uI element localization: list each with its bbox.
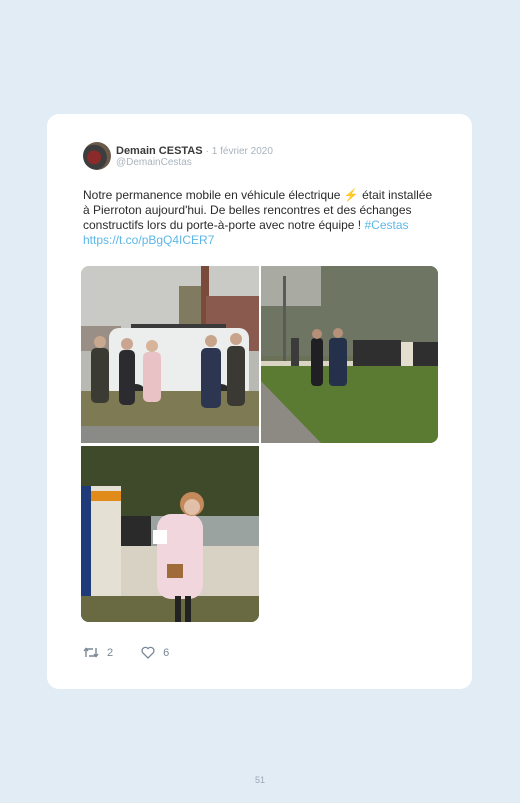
author-line: Demain CESTAS · 1 février 2020 [116,145,273,157]
photo-letterbox[interactable] [81,446,259,622]
tweet-text: Notre permanence mobile en véhicule élec… [83,188,438,248]
tweet-link[interactable]: https://t.co/pBgQ4ICER7 [83,233,214,247]
tweet-actions: 2 6 [83,646,197,659]
photo-group-van[interactable] [81,266,259,443]
author-name[interactable]: Demain CESTAS [116,145,203,157]
avatar[interactable] [83,142,111,170]
like-count: 6 [163,646,170,659]
photo-gate[interactable] [261,266,438,443]
retweet-icon [83,647,99,658]
tweet-date[interactable]: · 1 février 2020 [206,146,273,157]
text-part-1: Notre permanence mobile en véhicule élec… [83,188,344,202]
photo-letterbox-drawing [81,446,259,622]
retweet-action[interactable]: 2 [83,646,113,659]
photo-gate-drawing [261,266,438,443]
page-number: 51 [254,775,265,785]
like-action[interactable]: 6 [141,646,169,659]
hashtag-link[interactable]: #Cestas [364,218,408,232]
author-handle[interactable]: @DemainCestas [116,157,192,168]
heart-icon [141,646,155,659]
tweet-card: Demain CESTAS · 1 février 2020 @DemainCe… [47,114,472,689]
retweet-count: 2 [107,646,114,659]
lightning-icon: ⚡ [343,188,359,202]
photo-group-van-drawing [81,266,259,443]
